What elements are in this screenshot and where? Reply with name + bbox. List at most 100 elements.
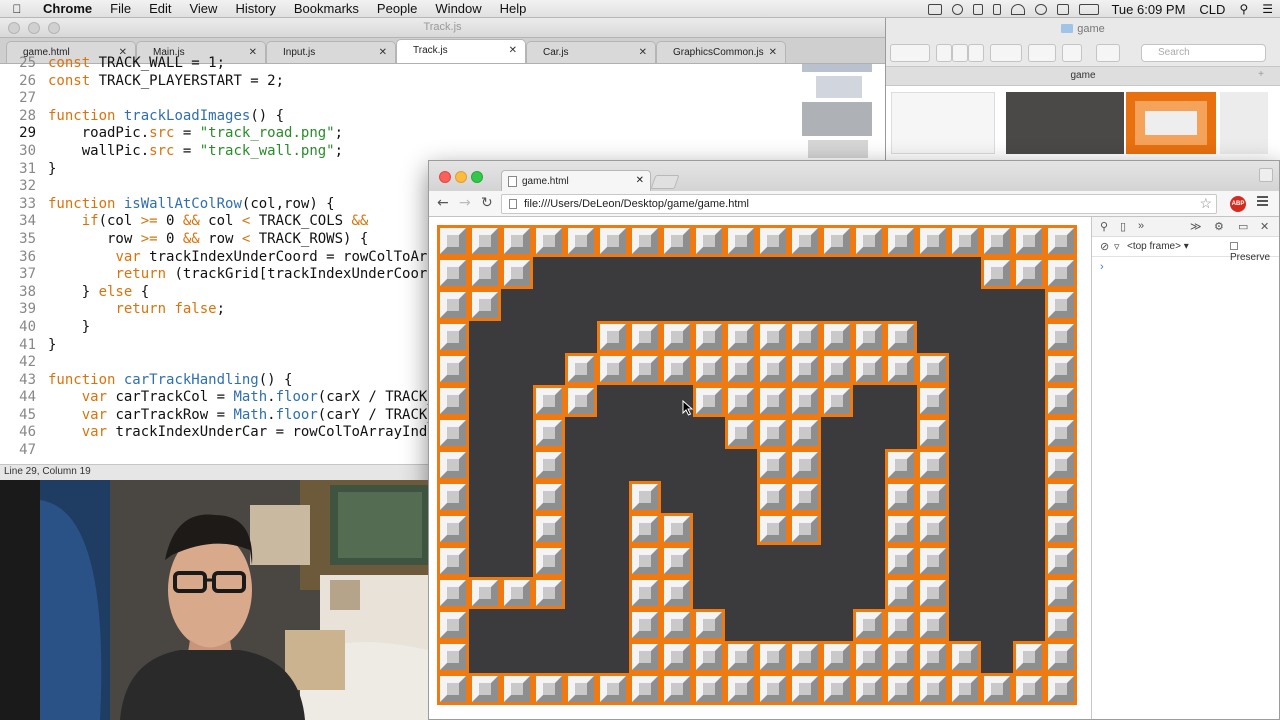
screen-record-icon[interactable] bbox=[928, 3, 943, 15]
preserve-log-checkbox[interactable]: Preserve bbox=[1230, 241, 1279, 263]
file-thumbnail[interactable] bbox=[1006, 92, 1124, 154]
line-number: 42 bbox=[19, 354, 36, 371]
menu-window[interactable]: Window bbox=[426, 0, 490, 18]
notification-center-icon[interactable]: ☰ bbox=[1262, 2, 1273, 16]
track-wall-tile bbox=[725, 673, 757, 705]
track-wall-tile bbox=[1045, 321, 1077, 353]
browser-tab-game-html[interactable]: game.html ✕ bbox=[501, 170, 651, 191]
track-wall-tile bbox=[821, 385, 853, 417]
gear-icon[interactable]: ⚙ bbox=[1214, 220, 1224, 233]
close-icon[interactable]: ✕ bbox=[1260, 220, 1269, 233]
menu-app[interactable]: Chrome bbox=[34, 0, 101, 18]
track-wall-tile bbox=[533, 673, 565, 705]
code-text: } bbox=[48, 336, 57, 353]
adblock-plus-icon[interactable]: ABP bbox=[1230, 196, 1246, 212]
track-wall-tile bbox=[469, 673, 501, 705]
console-drawer-icon[interactable]: ≫ bbox=[1190, 220, 1202, 233]
new-tab-button[interactable] bbox=[650, 175, 680, 189]
wifi-icon[interactable] bbox=[1011, 3, 1026, 15]
frame-selector[interactable]: <top frame> ▾ bbox=[1127, 241, 1189, 252]
list-view-button[interactable] bbox=[952, 44, 968, 62]
bookmark-star-icon[interactable]: ☆ bbox=[1199, 195, 1212, 212]
evernote-icon[interactable] bbox=[973, 3, 984, 15]
tag-icon[interactable] bbox=[1096, 44, 1120, 62]
menu-history[interactable]: History bbox=[226, 0, 284, 18]
menu-file[interactable]: File bbox=[101, 0, 140, 18]
track-wall-tile bbox=[1045, 353, 1077, 385]
track-wall-tile bbox=[821, 321, 853, 353]
track-wall-tile bbox=[1013, 641, 1045, 673]
browser-zoom-button[interactable] bbox=[471, 171, 483, 183]
back-icon[interactable]: ← bbox=[437, 195, 449, 211]
code-text: function carTrackHandling() { bbox=[48, 371, 293, 388]
file-thumbnail[interactable] bbox=[891, 92, 995, 154]
track-wall-tile bbox=[725, 353, 757, 385]
track-wall-tile bbox=[629, 353, 661, 385]
battery-icon[interactable] bbox=[1079, 3, 1100, 15]
track-wall-tile bbox=[629, 225, 661, 257]
code-line[interactable]: 29 roadPic.src = "track_road.png"; bbox=[0, 125, 800, 143]
share-icon[interactable] bbox=[1062, 44, 1082, 62]
line-number: 30 bbox=[19, 142, 36, 159]
track-wall-tile bbox=[789, 641, 821, 673]
fullscreen-icon[interactable] bbox=[1259, 168, 1273, 182]
bluetooth-icon[interactable] bbox=[993, 3, 1002, 15]
spotlight-icon[interactable]: ⚲ bbox=[1239, 2, 1248, 16]
inspect-icon[interactable]: ⚲ bbox=[1100, 220, 1108, 233]
arrange-button[interactable] bbox=[990, 44, 1022, 62]
code-line[interactable]: 26 const TRACK_PLAYERSTART = 2; bbox=[0, 73, 800, 91]
code-line[interactable]: 30 wallPic.src = "track_wall.png"; bbox=[0, 143, 800, 161]
filter-icon[interactable]: ▿ bbox=[1114, 240, 1120, 253]
track-wall-tile bbox=[917, 481, 949, 513]
file-thumbnail[interactable] bbox=[1126, 92, 1216, 154]
console-prompt[interactable]: › bbox=[1100, 261, 1104, 273]
track-wall-tile bbox=[1045, 641, 1077, 673]
browser-viewport: ⚲ ▯ » ≫ ⚙ ▭ ✕ ⊘ ▿ <top frame> ▾ Preserve… bbox=[429, 217, 1279, 719]
icon-view-button[interactable] bbox=[936, 44, 952, 62]
menu-view[interactable]: View bbox=[180, 0, 226, 18]
track-wall-tile bbox=[533, 513, 565, 545]
minimap[interactable] bbox=[802, 64, 874, 160]
line-number: 36 bbox=[19, 248, 36, 265]
game-canvas[interactable] bbox=[437, 225, 1077, 705]
finder-back-forward[interactable] bbox=[890, 44, 930, 62]
menu-edit[interactable]: Edit bbox=[140, 0, 180, 18]
dock-icon[interactable]: ▭ bbox=[1238, 220, 1248, 233]
track-wall-tile bbox=[661, 545, 693, 577]
gear-icon[interactable] bbox=[1028, 44, 1056, 62]
finder-file-area[interactable] bbox=[886, 86, 1280, 160]
column-view-button[interactable] bbox=[968, 44, 984, 62]
file-thumbnail[interactable] bbox=[1220, 92, 1268, 154]
track-wall-tile bbox=[437, 257, 469, 289]
address-bar[interactable]: file:///Users/DeLeon/Desktop/game/game.h… bbox=[501, 194, 1217, 214]
clear-console-icon[interactable]: ⊘ bbox=[1100, 240, 1109, 253]
apple-icon[interactable]:  bbox=[0, 2, 34, 16]
volume-icon[interactable] bbox=[1057, 3, 1070, 15]
browser-minimize-button[interactable] bbox=[455, 171, 467, 183]
menubar-clock[interactable]: Tue 6:09 PM bbox=[1111, 2, 1185, 17]
menu-bookmarks[interactable]: Bookmarks bbox=[285, 0, 368, 18]
code-line[interactable]: 27 bbox=[0, 90, 800, 108]
menu-people[interactable]: People bbox=[368, 0, 426, 18]
track-wall-tile bbox=[885, 353, 917, 385]
code-text: var carTrackCol = Math.floor(carX / TRAC… bbox=[81, 389, 462, 406]
menubar-user[interactable]: CLD bbox=[1199, 2, 1225, 17]
forward-icon[interactable]: → bbox=[459, 195, 471, 211]
device-mode-icon[interactable]: ▯ bbox=[1120, 220, 1126, 233]
add-tab-icon[interactable]: + bbox=[1258, 69, 1264, 80]
code-line[interactable]: 25 const TRACK_WALL = 1; bbox=[0, 55, 800, 73]
reload-icon[interactable]: ↻ bbox=[481, 195, 493, 211]
time-machine-icon[interactable] bbox=[1035, 3, 1048, 15]
code-line[interactable]: 28 function trackLoadImages() { bbox=[0, 108, 800, 126]
more-tabs-icon[interactable]: » bbox=[1138, 220, 1144, 232]
finder-search-input[interactable]: Search bbox=[1141, 44, 1266, 62]
browser-close-button[interactable] bbox=[439, 171, 451, 183]
track-wall-tile bbox=[725, 641, 757, 673]
track-wall-tile bbox=[437, 353, 469, 385]
track-wall-tile bbox=[757, 385, 789, 417]
dropbox-icon[interactable] bbox=[952, 3, 964, 15]
chrome-menu-icon[interactable] bbox=[1257, 196, 1268, 208]
menu-help[interactable]: Help bbox=[491, 0, 536, 18]
close-icon[interactable]: ✕ bbox=[636, 175, 644, 186]
track-wall-tile bbox=[789, 385, 821, 417]
